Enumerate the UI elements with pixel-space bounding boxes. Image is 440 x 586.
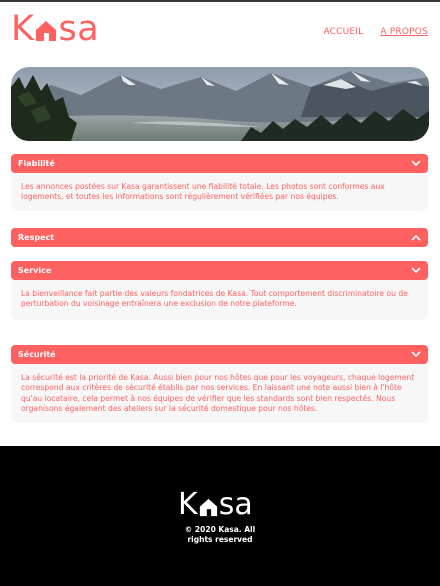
accordion-header-respect[interactable]: Respect <box>11 228 428 247</box>
nav-link-a-propos[interactable]: A PROPOS <box>380 27 428 37</box>
accordion-title: Respect <box>18 233 55 242</box>
chevron-up-icon[interactable] <box>410 232 421 243</box>
house-icon <box>199 498 217 517</box>
accordion-header-fiabilite[interactable]: Fiabilité <box>11 154 428 173</box>
about-banner-image <box>11 67 429 141</box>
copyright-text: © 2020 Kasa. All rights reserved <box>0 525 440 545</box>
chevron-down-icon[interactable] <box>410 349 421 360</box>
logo-letter-k: K <box>178 487 198 522</box>
accordion-header-service[interactable]: Service <box>11 261 428 280</box>
accordion-title: Sécurité <box>18 350 56 359</box>
house-icon <box>36 21 57 41</box>
accordion-respect: Respect <box>11 228 428 247</box>
main-nav: ACCUEIL A PROPOS <box>323 27 428 37</box>
logo-letters-sa: sa <box>58 9 100 49</box>
site-header: K sa ACCUEIL A PROPOS <box>0 0 440 62</box>
nav-link-accueil[interactable]: ACCUEIL <box>323 27 363 37</box>
accordion-content: La sécurité est la priorité de Kasa. Aus… <box>11 364 428 423</box>
logo-letter-k: K <box>11 9 35 49</box>
accordion-content: La bienveillance fait partie des valeurs… <box>11 280 428 320</box>
copyright-line-1: © 2020 Kasa. All <box>184 525 256 534</box>
accordion-securite: Sécurité La sécurité est la priorité de … <box>11 345 428 423</box>
accordion-content: Les annonces postées sur Kasa garantisse… <box>11 173 428 211</box>
chevron-down-icon[interactable] <box>410 265 421 276</box>
site-footer: K sa © 2020 Kasa. All rights reserved <box>0 446 440 586</box>
accordion-header-securite[interactable]: Sécurité <box>11 345 428 364</box>
copyright-line-2: rights reserved <box>187 535 253 544</box>
footer-kasa-logo[interactable]: K sa <box>178 490 253 520</box>
accordion-service: Service La bienveillance fait partie des… <box>11 261 428 320</box>
kasa-logo[interactable]: K sa <box>11 9 100 49</box>
logo-letters-sa: sa <box>218 487 253 522</box>
accordion-title: Service <box>18 266 52 275</box>
accordion-fiabilite: Fiabilité Les annonces postées sur Kasa … <box>11 154 428 211</box>
accordion-title: Fiabilité <box>18 159 55 168</box>
chevron-down-icon[interactable] <box>410 158 421 169</box>
